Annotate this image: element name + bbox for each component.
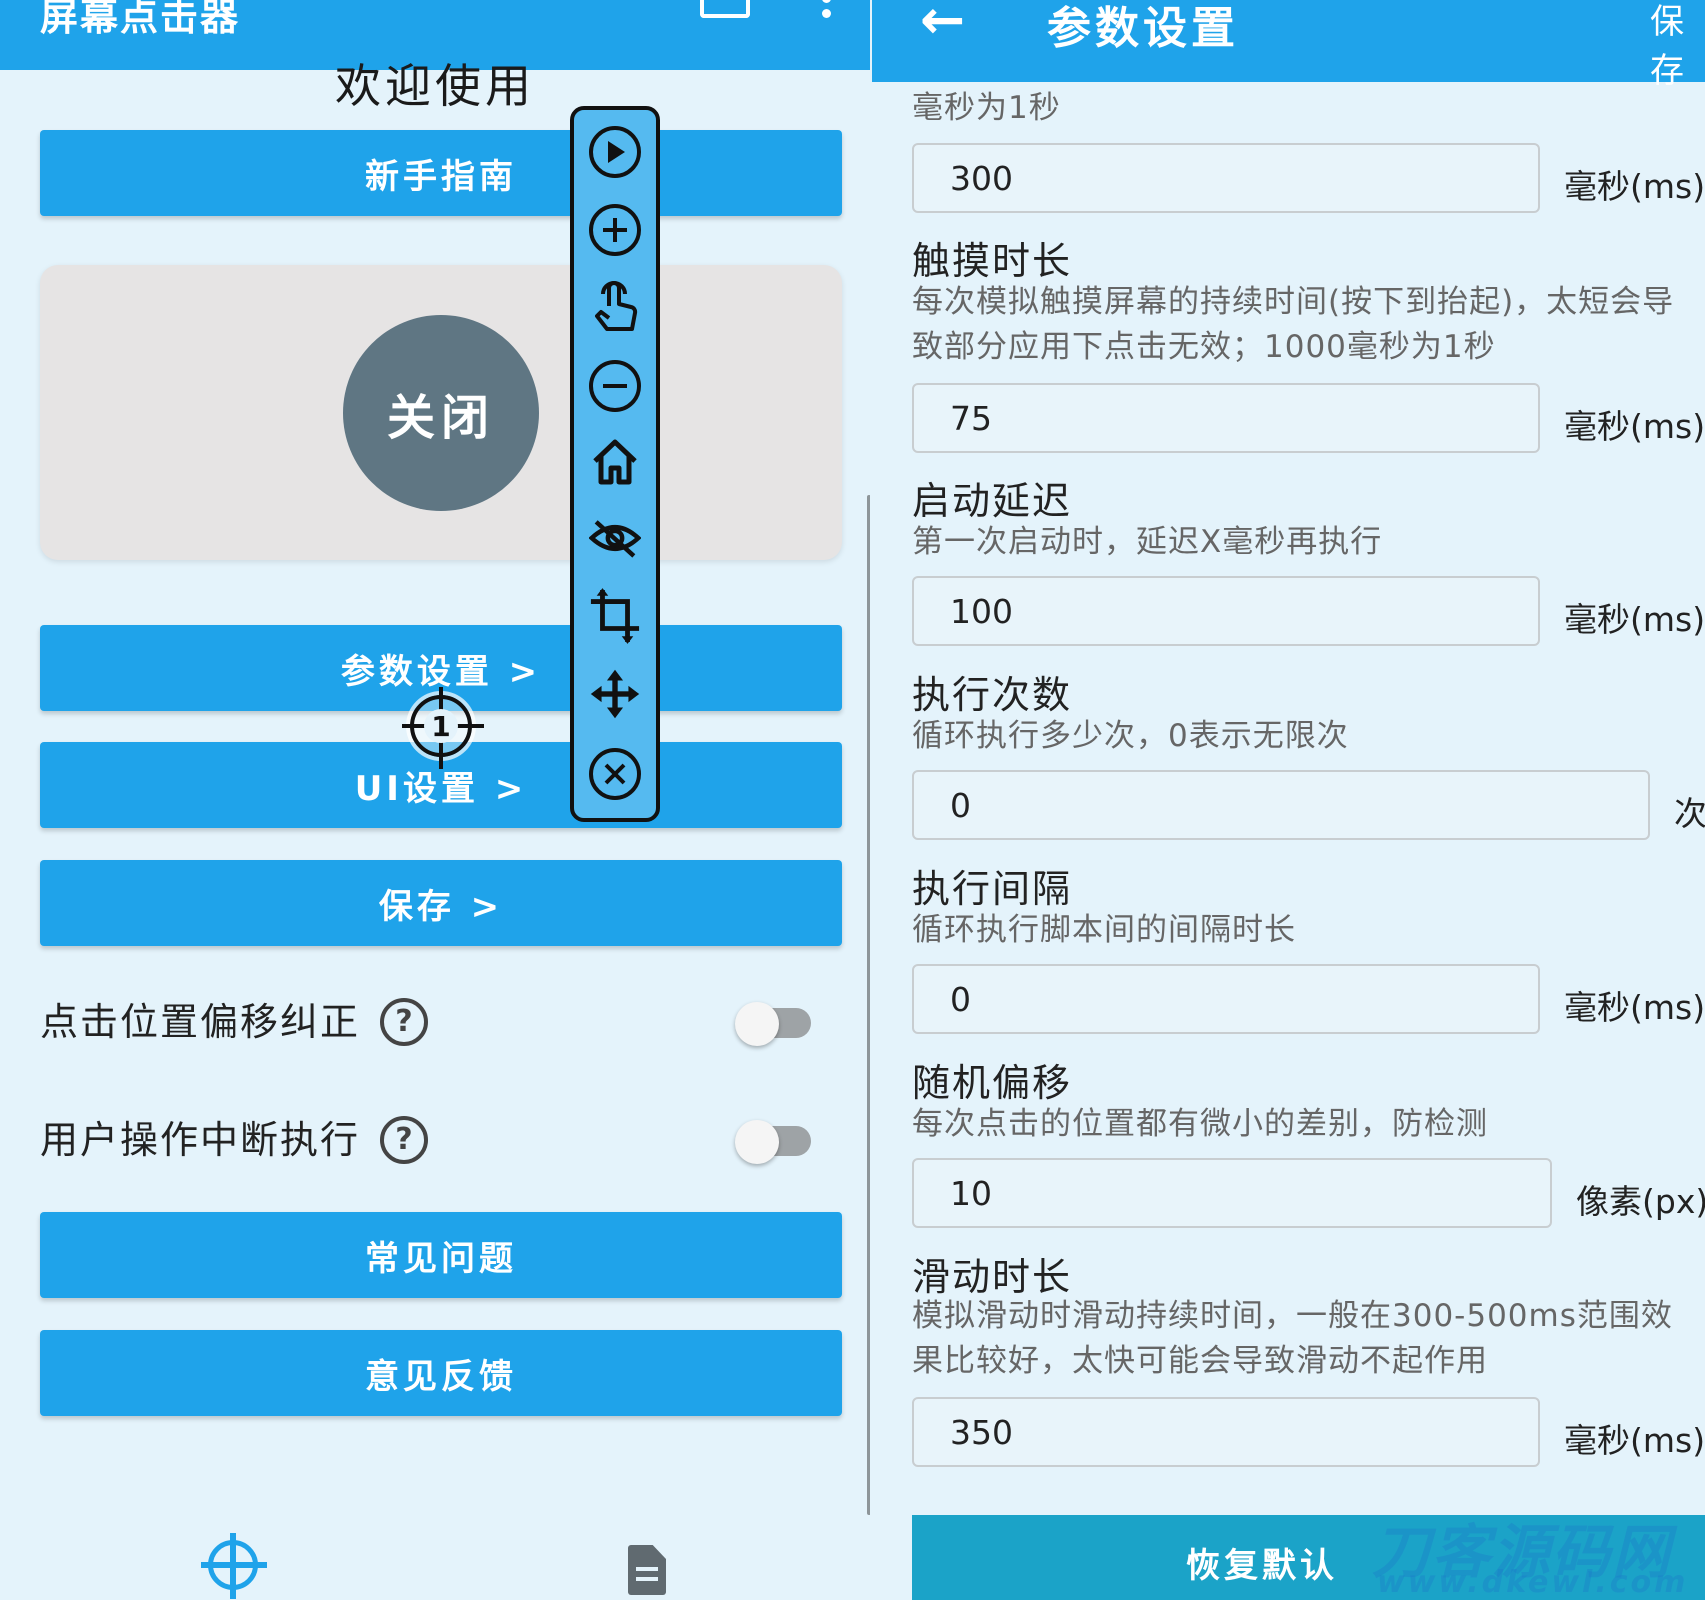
more-vert-icon[interactable] (822, 0, 832, 24)
move-icon[interactable] (589, 668, 641, 720)
faq-button[interactable]: 常见问题 (40, 1212, 842, 1298)
touch-duration-desc: 每次模拟触摸屏幕的持续时间(按下到抬起)，太短会导致部分应用下点击无效；1000… (912, 284, 1675, 365)
message-icon[interactable] (700, 0, 750, 18)
save-button[interactable]: 保存 > (40, 860, 842, 946)
close-icon[interactable] (589, 748, 641, 800)
add-icon[interactable] (589, 204, 641, 256)
crop-icon[interactable] (589, 588, 641, 644)
guide-button[interactable]: 新手指南 (40, 130, 842, 216)
touch-duration-input[interactable] (914, 385, 1538, 451)
unit-label: 毫秒(ms) (1564, 167, 1705, 206)
random-offset-desc: 每次点击的位置都有微小的差别，防检测 (912, 1106, 1488, 1142)
touch-duration-field[interactable] (912, 383, 1540, 453)
unit-label: 像素(px) (1576, 1182, 1705, 1221)
watermark-url: www.dkewl.com (1377, 1565, 1689, 1600)
main-screen: 屏幕点击器 欢迎使用 新手指南 关闭 参数设置 > UI设置 > 保存 > 点击… (0, 0, 870, 1600)
touch-icon[interactable] (589, 281, 641, 334)
start-delay-desc: 第一次启动时，延迟X毫秒再执行 (912, 524, 1383, 560)
swipe-duration-desc: 模拟滑动时滑动持续时间，一般在300-500ms范围效果比较好，太快可能会导致滑… (912, 1298, 1673, 1379)
interval-desc: 循环执行脚本间的间隔时长 (912, 912, 1296, 948)
toggle-row-offset-correction: 点击位置偏移纠正 ? (40, 992, 842, 1052)
random-offset-input[interactable] (914, 1160, 1550, 1226)
play-icon[interactable] (589, 126, 641, 178)
crosshair-icon[interactable] (201, 1533, 267, 1599)
unit-label: 次 (1674, 794, 1705, 833)
toggle-label: 点击位置偏移纠正 (40, 1000, 361, 1044)
help-icon[interactable]: ? (380, 998, 428, 1046)
unit-label: 毫秒(ms) (1564, 988, 1705, 1027)
interval-field[interactable] (912, 964, 1540, 1034)
repeat-count-input[interactable] (914, 772, 1648, 838)
screenshot-root: 屏幕点击器 欢迎使用 新手指南 关闭 参数设置 > UI设置 > 保存 > 点击… (0, 0, 1705, 1600)
toggle-row-user-interrupt: 用户操作中断执行 ? (40, 1110, 842, 1170)
interval-title: 执行间隔 (912, 867, 1073, 911)
settings-app-bar: ← 参数设置 保存 (872, 0, 1705, 91)
swipe-duration-input[interactable] (914, 1399, 1538, 1465)
repeat-count-desc: 循环执行多少次，0表示无限次 (912, 718, 1349, 754)
interval-input[interactable] (914, 966, 1538, 1032)
top-desc: 毫秒为1秒 (912, 90, 1061, 126)
repeat-count-title: 执行次数 (912, 673, 1073, 717)
marker-number: 1 (424, 709, 458, 743)
params-settings-screen: ← 参数设置 保存 毫秒为1秒 毫秒(ms) 触摸时长 每次模拟触摸屏幕的持续时… (872, 0, 1705, 1600)
remove-icon[interactable] (589, 360, 641, 412)
feedback-button[interactable]: 意见反馈 (40, 1330, 842, 1416)
settings-title: 参数设置 (1047, 3, 1239, 54)
swipe-duration-title: 滑动时长 (912, 1255, 1073, 1299)
random-offset-title: 随机偏移 (912, 1061, 1073, 1105)
start-delay-input[interactable] (914, 578, 1538, 644)
top-value-input[interactable] (914, 145, 1538, 211)
start-delay-title: 启动延迟 (912, 479, 1073, 523)
home-icon[interactable] (589, 436, 641, 488)
touch-duration-title: 触摸时长 (912, 239, 1073, 283)
close-button[interactable]: 关闭 (343, 315, 539, 511)
hide-icon[interactable] (589, 512, 641, 564)
click-point-marker[interactable]: 1 (402, 687, 484, 769)
offset-correction-switch[interactable] (735, 1002, 815, 1046)
app-title: 屏幕点击器 (40, 0, 241, 39)
scrollbar[interactable] (867, 495, 870, 1515)
top-value-field[interactable] (912, 143, 1540, 213)
help-icon[interactable]: ? (380, 1116, 428, 1164)
document-icon[interactable] (628, 1545, 666, 1595)
unit-label: 毫秒(ms) (1564, 407, 1705, 446)
welcome-heading: 欢迎使用 (335, 59, 535, 113)
save-action-button[interactable]: 保存 (1650, 0, 1705, 92)
swipe-duration-field[interactable] (912, 1397, 1540, 1467)
toggle-label: 用户操作中断执行 (40, 1118, 361, 1162)
start-delay-field[interactable] (912, 576, 1540, 646)
user-interrupt-switch[interactable] (735, 1120, 815, 1164)
back-arrow-icon[interactable]: ← (920, 0, 965, 47)
unit-label: 毫秒(ms) (1564, 600, 1705, 639)
unit-label: 毫秒(ms) (1564, 1421, 1705, 1460)
random-offset-field[interactable] (912, 1158, 1552, 1228)
repeat-count-field[interactable] (912, 770, 1650, 840)
floating-toolbar (570, 106, 660, 822)
